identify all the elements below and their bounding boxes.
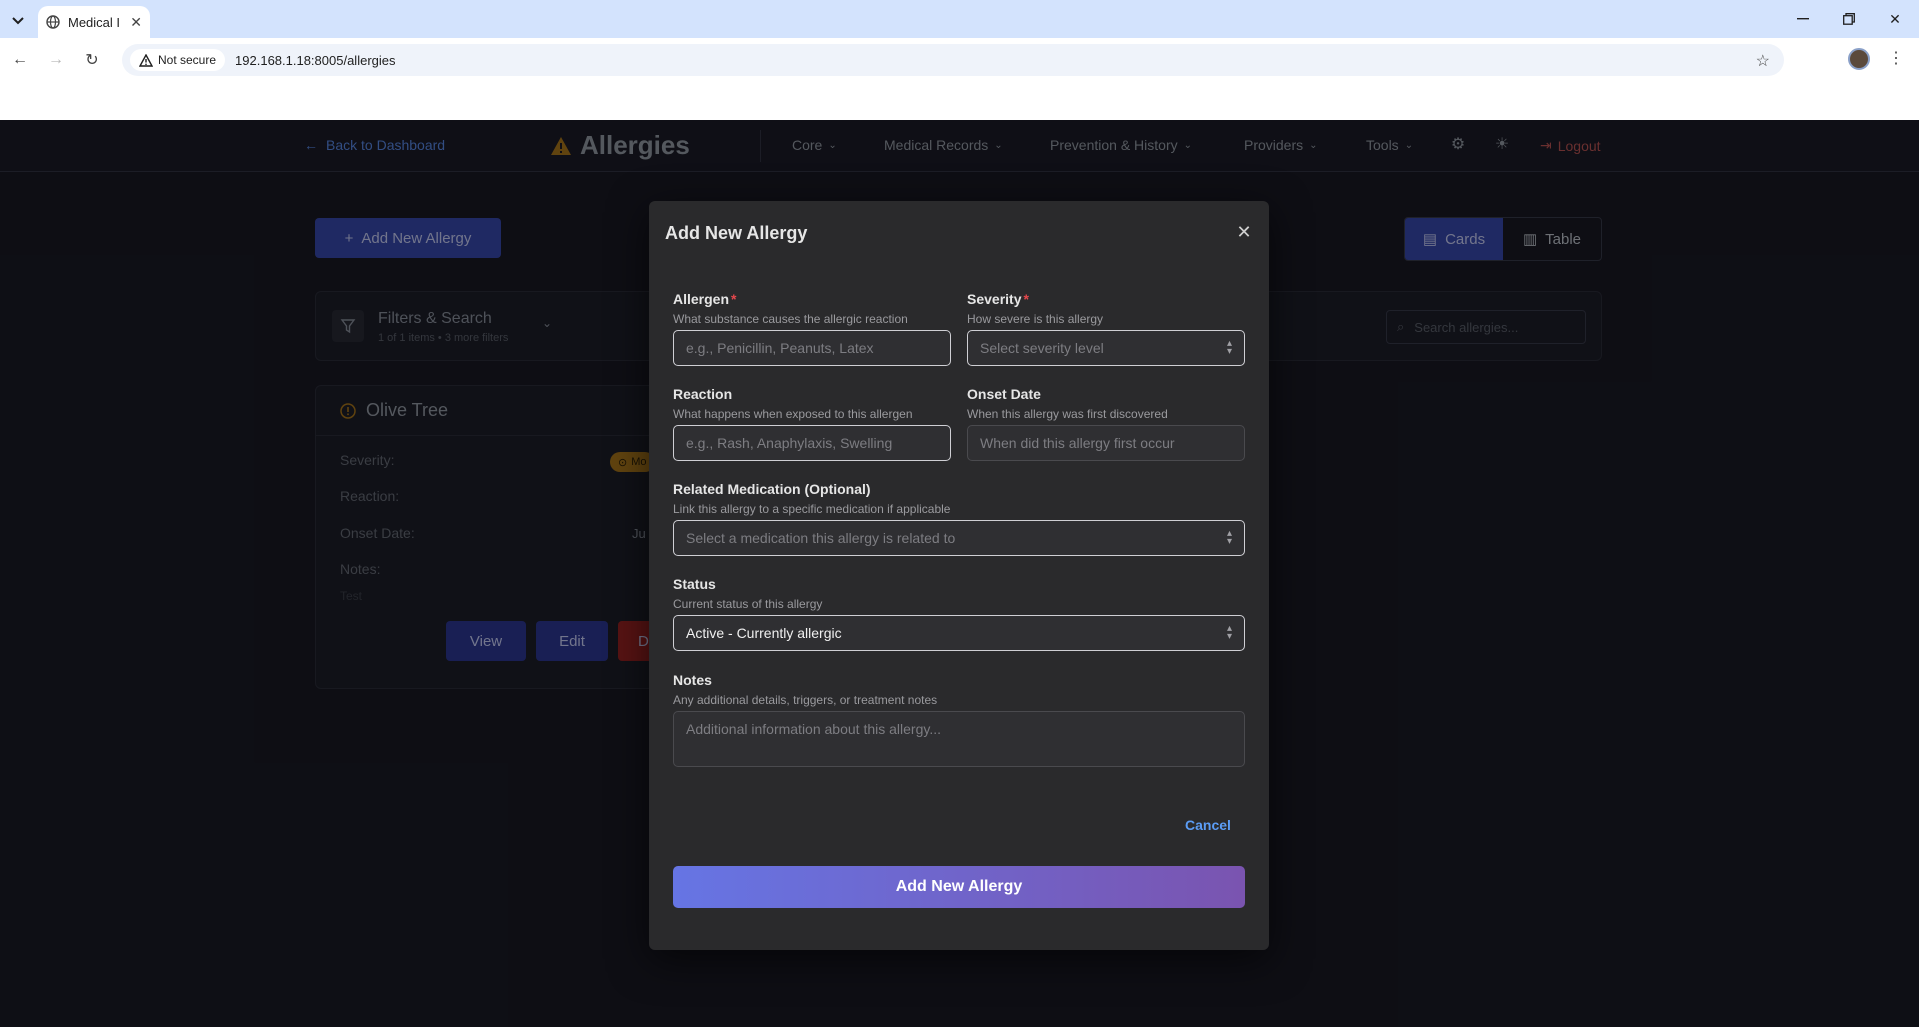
submit-add-allergy-button[interactable]: Add New Allergy (673, 866, 1245, 908)
severity-placeholder: Select severity level (980, 340, 1104, 356)
related-medication-select[interactable]: Select a medication this allergy is rela… (673, 520, 1245, 556)
status-select[interactable]: Active - Currently allergic ▴ ▾ (673, 615, 1245, 651)
status-value: Active - Currently allergic (686, 625, 842, 641)
notes-field-label: Notes (673, 672, 712, 688)
related-medication-description: Link this allergy to a specific medicati… (673, 502, 951, 516)
notes-description: Any additional details, triggers, or tre… (673, 693, 938, 707)
onset-date-label: Onset Date (967, 386, 1041, 402)
browser-menu-icon[interactable]: ⋮ (1888, 48, 1904, 68)
severity-description: How severe is this allergy (967, 312, 1104, 326)
browser-tabstrip: Medical I ✕ ✕ (0, 0, 1919, 38)
allergen-placeholder: e.g., Penicillin, Peanuts, Latex (686, 340, 874, 356)
notes-placeholder: Additional information about this allerg… (686, 721, 941, 737)
profile-avatar[interactable] (1848, 48, 1870, 70)
allergen-label: Allergen * (673, 291, 737, 307)
back-arrow-icon[interactable]: ← (8, 48, 32, 72)
tab-title: Medical I (68, 14, 121, 30)
browser-tab[interactable]: Medical I ✕ (38, 6, 150, 38)
select-arrows-icon: ▴ ▾ (1226, 528, 1232, 547)
required-marker: * (731, 291, 737, 307)
close-icon[interactable]: ✕ (1233, 221, 1255, 243)
url-text: 192.168.1.18:8005/allergies (235, 52, 396, 68)
allergen-input[interactable]: e.g., Penicillin, Peanuts, Latex (673, 330, 951, 366)
tab-close-icon[interactable]: ✕ (130, 14, 142, 31)
status-label: Status (673, 576, 716, 592)
notes-textarea[interactable]: Additional information about this allerg… (673, 711, 1245, 767)
severity-select[interactable]: Select severity level ▴ ▾ (967, 330, 1245, 366)
security-chip[interactable]: Not secure (130, 49, 226, 71)
warning-icon (139, 53, 153, 67)
address-bar[interactable]: Not secure 192.168.1.18:8005/allergies ☆ (122, 44, 1784, 76)
reload-icon[interactable]: ↻ (80, 48, 104, 72)
minimize-icon[interactable] (1790, 8, 1816, 30)
browser-toolbar: ← → ↻ Not secure 192.168.1.18:8005/aller… (0, 38, 1919, 122)
reaction-placeholder: e.g., Rash, Anaphylaxis, Swelling (686, 435, 893, 451)
required-marker: * (1023, 291, 1029, 307)
reaction-field-label: Reaction (673, 386, 733, 402)
add-allergy-modal: Add New Allergy ✕ Allergen * What substan… (649, 201, 1269, 950)
related-medication-label: Related Medication (Optional) (673, 481, 871, 497)
status-description: Current status of this allergy (673, 597, 823, 611)
select-arrows-icon: ▴ ▾ (1226, 338, 1232, 357)
window-close-icon[interactable]: ✕ (1882, 8, 1908, 30)
security-label: Not secure (158, 53, 217, 67)
severity-field-label: Severity * (967, 291, 1029, 307)
onset-date-placeholder: When did this allergy first occur (980, 435, 1175, 451)
restore-icon[interactable] (1836, 8, 1862, 30)
select-arrows-icon: ▴ ▾ (1226, 623, 1232, 642)
tab-search-icon[interactable] (6, 9, 30, 33)
forward-arrow-icon[interactable]: → (44, 48, 68, 72)
globe-icon (46, 15, 60, 29)
allergen-description: What substance causes the allergic react… (673, 312, 908, 326)
cancel-button[interactable]: Cancel (1185, 817, 1231, 833)
reaction-description: What happens when exposed to this allerg… (673, 407, 913, 421)
reaction-input[interactable]: e.g., Rash, Anaphylaxis, Swelling (673, 425, 951, 461)
modal-title: Add New Allergy (665, 223, 808, 243)
related-medication-placeholder: Select a medication this allergy is rela… (686, 530, 956, 546)
onset-date-description: When this allergy was first discovered (967, 407, 1168, 421)
bookmark-star-icon[interactable]: ☆ (1756, 51, 1770, 71)
onset-date-input[interactable]: When did this allergy first occur (967, 425, 1245, 461)
